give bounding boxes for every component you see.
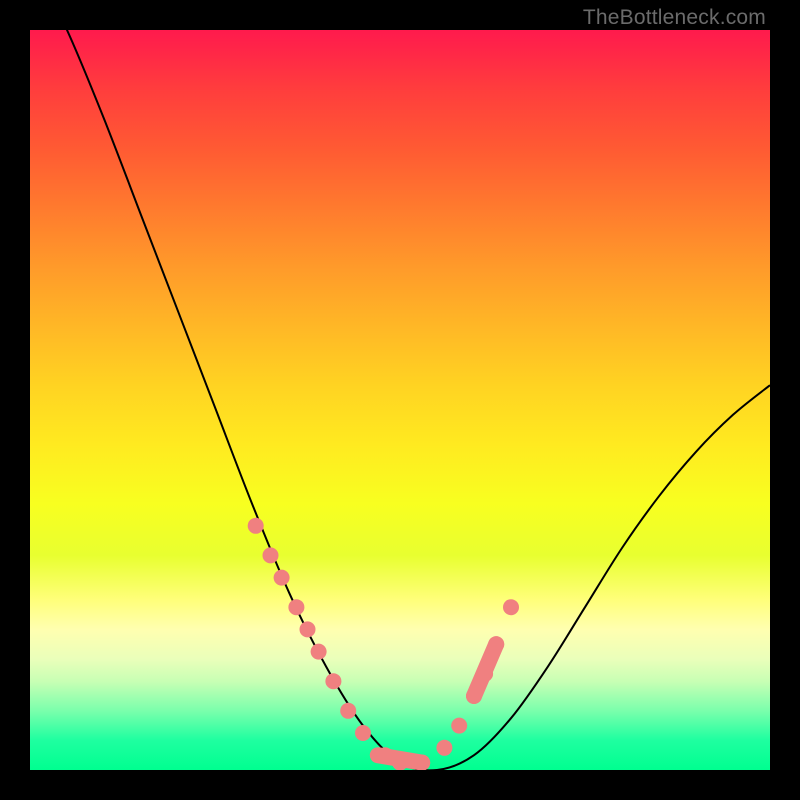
marker-capsule (378, 755, 422, 762)
curve-layer (30, 30, 770, 770)
plot-area (30, 30, 770, 770)
marker-dot (311, 644, 327, 660)
bottleneck-curve (30, 30, 770, 770)
marker-capsule (474, 644, 496, 696)
marker-dot (503, 599, 519, 615)
chart-frame: TheBottleneck.com (0, 0, 800, 800)
marker-dot (248, 518, 264, 534)
marker-dot (300, 621, 316, 637)
marker-dot (355, 725, 371, 741)
highlighted-points (248, 518, 519, 770)
curve-path (30, 30, 770, 770)
marker-dot (451, 718, 467, 734)
marker-dot (436, 740, 452, 756)
marker-dot (263, 547, 279, 563)
marker-dot (288, 599, 304, 615)
marker-dot (340, 703, 356, 719)
marker-dot (274, 570, 290, 586)
marker-dot (325, 673, 341, 689)
watermark: TheBottleneck.com (583, 6, 766, 30)
